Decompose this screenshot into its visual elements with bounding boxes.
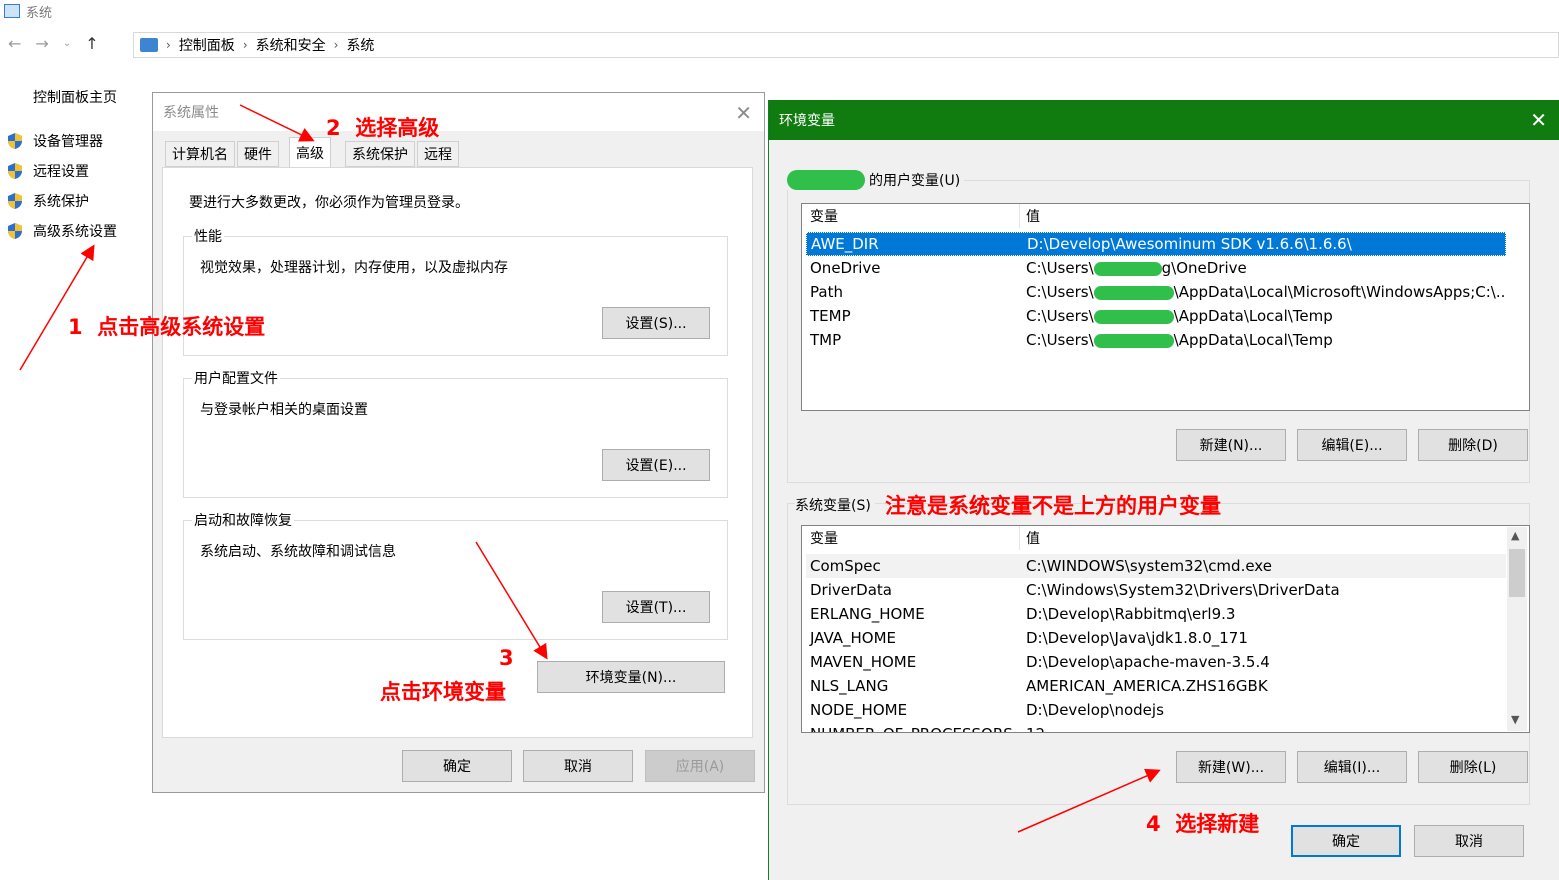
annotation-note: 注意是系统变量不是上方的用户变量 — [885, 494, 1221, 518]
annotation-arrows — [19, 104, 1161, 833]
annotation-step3: 点击环境变量 — [380, 680, 506, 704]
arrow-step3 — [475, 541, 548, 660]
annotation-step4: 4 选择新建 — [1146, 812, 1260, 836]
annotation-step2: 2 选择高级 — [326, 116, 440, 140]
arrow-step2 — [239, 104, 315, 142]
arrow-step4 — [1017, 768, 1161, 833]
annotation-step1: 1 点击高级系统设置 — [68, 315, 266, 339]
arrow-step1 — [19, 244, 95, 371]
annotation-step3-number: 3 — [499, 646, 514, 670]
